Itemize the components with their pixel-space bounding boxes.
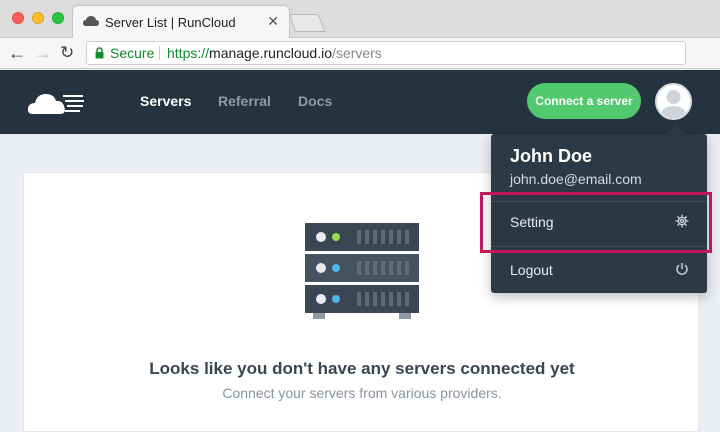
nav-servers[interactable]: Servers [140,93,191,109]
app-header: Servers Referral Docs Connect a server [0,70,720,134]
runcloud-logo-icon[interactable] [27,84,85,120]
tab-close-icon[interactable]: ✕ [267,13,279,30]
user-name: John Doe [510,146,593,166]
back-arrow-icon[interactable]: ← [8,42,26,64]
url-text: https://manage.runcloud.io/servers [167,42,382,64]
nav-docs[interactable]: Docs [298,93,332,109]
secure-label: Secure [110,45,155,61]
power-icon [676,263,688,275]
new-tab-button[interactable] [288,14,326,32]
menu-item-logout[interactable]: Logout [491,250,707,290]
url-protocol: https:// [167,45,210,61]
forward-arrow-icon[interactable]: → [34,42,52,64]
browser-tab-bar: Server List | RunCloud ✕ [0,0,720,38]
empty-state-title: Looks like you don't have any servers co… [149,359,575,378]
window-zoom-button[interactable] [52,12,64,24]
dropdown-caret [666,124,686,134]
address-bar[interactable]: Secure https://manage.runcloud.io/server… [86,41,686,65]
browser-tab[interactable]: Server List | RunCloud ✕ [72,5,290,38]
empty-state-subtitle: Connect your servers from various provid… [222,385,502,401]
tab-title: Server List | RunCloud [105,15,236,30]
url-divider [159,46,160,60]
user-avatar-icon[interactable] [655,83,692,120]
window-minimize-button[interactable] [32,12,44,24]
url-path: /servers [332,45,382,61]
browser-toolbar: ← → ↻ Secure https://manage.runcloud.io/… [0,38,720,69]
server-rack-icon [305,223,419,319]
connect-server-button[interactable]: Connect a server [527,83,641,119]
setting-highlight-box [480,192,712,253]
avatar-silhouette [660,90,687,118]
lock-icon [95,47,104,59]
url-host: manage.runcloud.io [209,45,333,61]
cloud-icon [83,16,99,26]
nav-referral[interactable]: Referral [218,93,271,109]
user-email: john.doe@email.com [510,171,642,187]
reload-icon[interactable]: ↻ [60,42,74,64]
window-close-button[interactable] [12,12,24,24]
logout-label: Logout [510,262,553,278]
